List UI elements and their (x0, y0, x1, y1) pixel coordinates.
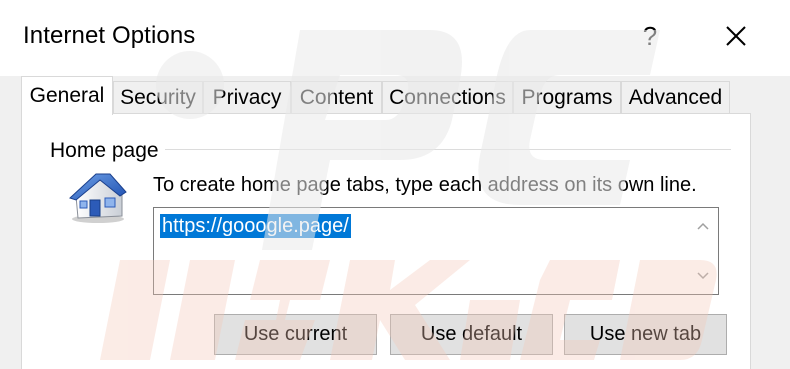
tab-strip: General Security Privacy Content Connect… (21, 76, 741, 115)
internet-options-dialog: Internet Options ? General Security Priv… (0, 0, 790, 369)
tab-programs[interactable]: Programs (513, 81, 621, 114)
tab-security[interactable]: Security (113, 81, 203, 114)
home-page-group-label: Home page (50, 139, 165, 163)
home-page-instructions: To create home page tabs, type each addr… (153, 174, 697, 196)
house-icon (66, 168, 130, 224)
group-divider (163, 149, 731, 150)
tab-connections[interactable]: Connections (382, 81, 513, 114)
textarea-scrollbar[interactable] (688, 208, 718, 294)
use-default-button[interactable]: Use default (390, 314, 553, 355)
help-button[interactable]: ? (628, 14, 672, 58)
close-button[interactable] (713, 14, 759, 58)
tab-advanced[interactable]: Advanced (621, 81, 730, 114)
title-bar: Internet Options ? (0, 0, 790, 76)
home-page-address-textarea[interactable]: https://gooogle.page/ (153, 207, 719, 295)
close-icon (726, 26, 746, 46)
tab-content[interactable]: Content (291, 81, 382, 114)
window-title: Internet Options (23, 22, 196, 49)
chevron-down-icon[interactable] (696, 271, 710, 281)
tab-general[interactable]: General (21, 76, 113, 115)
use-new-tab-button[interactable]: Use new tab (564, 314, 727, 355)
address-value: https://gooogle.page/ (160, 214, 351, 238)
tab-privacy[interactable]: Privacy (203, 81, 291, 114)
use-current-button[interactable]: Use current (214, 314, 377, 355)
chevron-up-icon[interactable] (696, 221, 710, 231)
